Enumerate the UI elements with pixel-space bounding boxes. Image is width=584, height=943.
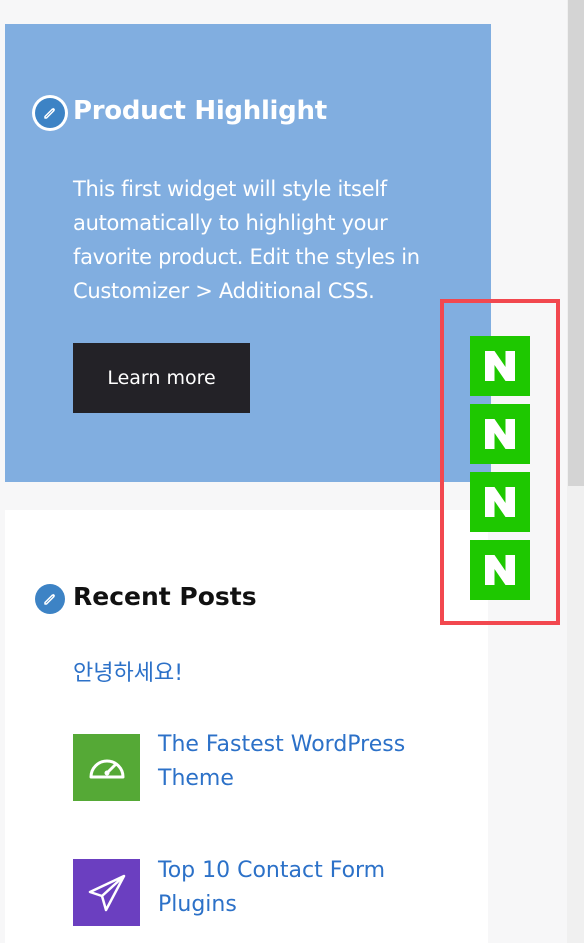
post-link[interactable]: The Fastest WordPress Theme [158,728,438,796]
edit-pencil-icon[interactable] [32,581,68,617]
post-link[interactable]: 안녕하세요! [73,658,183,690]
scrollbar-thumb[interactable] [568,0,584,486]
recent-posts-title: Recent Posts [73,582,257,611]
post-thumbnail[interactable] [73,859,140,926]
naver-n-icon[interactable] [470,472,530,532]
paper-plane-icon [88,874,125,911]
learn-more-button[interactable]: Learn more [73,343,250,413]
naver-n-icon[interactable] [470,540,530,600]
widget-description: This first widget will style itself auto… [73,177,420,303]
naver-n-icon[interactable] [470,336,530,396]
widget-title: Product Highlight [73,96,327,126]
post-link[interactable]: Top 10 Contact Form Plugins [158,854,438,922]
edit-pencil-icon[interactable] [32,95,68,131]
naver-n-icon[interactable] [470,404,530,464]
speedometer-icon [89,759,124,778]
post-thumbnail[interactable] [73,734,140,801]
